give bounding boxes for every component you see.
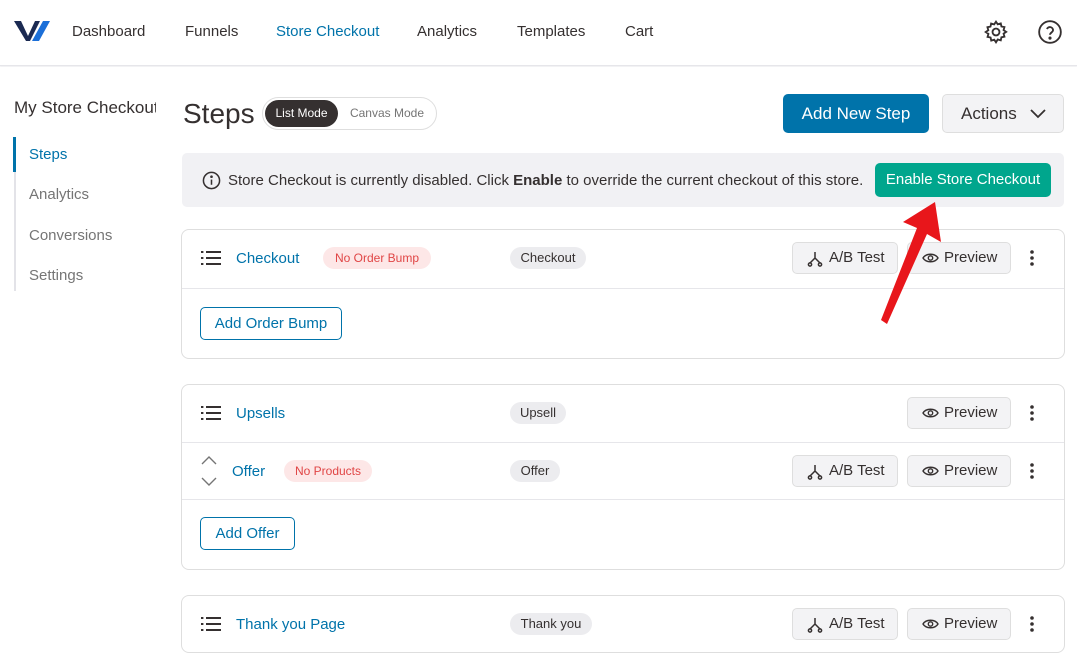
sidebar-item-steps[interactable]: Steps (29, 146, 67, 163)
chevron-down-icon (1030, 109, 1046, 119)
no-products-badge: No Products (284, 460, 372, 482)
upsells-preview-button[interactable]: Preview (907, 397, 1011, 429)
nav-templates[interactable]: Templates (517, 23, 585, 40)
add-new-step-button[interactable]: Add New Step (783, 94, 929, 133)
ab-test-label: A/B Test (829, 462, 885, 479)
page-title: Steps (183, 98, 255, 129)
offer-more-options-icon[interactable] (1027, 461, 1037, 481)
preview-label: Preview (944, 615, 998, 632)
card-divider (182, 442, 1064, 443)
offer-type-badge: Offer (510, 460, 560, 482)
split-icon (807, 618, 823, 633)
preview-label: Preview (944, 462, 998, 479)
nav-analytics[interactable]: Analytics (417, 23, 477, 40)
offer-step-name[interactable]: Offer (232, 463, 265, 480)
sidebar-item-analytics[interactable]: Analytics (29, 186, 89, 203)
ab-test-label: A/B Test (829, 615, 885, 632)
gear-icon[interactable] (983, 19, 1009, 45)
checkout-step-name[interactable]: Checkout (236, 250, 299, 267)
eye-icon (922, 466, 939, 476)
info-icon (202, 171, 221, 190)
notice-text-before: Store Checkout is currently disabled. Cl… (228, 172, 514, 189)
sidebar (0, 67, 160, 664)
sidebar-active-indicator (13, 137, 16, 172)
offer-ab-test-button[interactable]: A/B Test (792, 455, 898, 487)
no-order-bump-badge: No Order Bump (323, 247, 431, 269)
nav-store-checkout[interactable]: Store Checkout (276, 23, 379, 40)
top-navigation-bar: Dashboard Funnels Store Checkout Analyti… (0, 0, 1077, 66)
checkout-type-badge: Checkout (510, 247, 586, 269)
split-icon (807, 465, 823, 480)
nav-dashboard[interactable]: Dashboard (72, 23, 145, 40)
preview-label: Preview (944, 249, 998, 266)
thankyou-ab-test-button[interactable]: A/B Test (792, 608, 898, 640)
notice-text-bold: Enable (513, 172, 563, 189)
actions-label: Actions (961, 104, 1017, 123)
enable-store-checkout-button[interactable]: Enable Store Checkout (875, 163, 1051, 197)
upsell-type-badge: Upsell (510, 402, 566, 424)
split-icon (807, 252, 823, 267)
sidebar-item-settings[interactable]: Settings (29, 267, 83, 284)
canvas-mode-button[interactable]: Canvas Mode (342, 100, 432, 127)
sidebar-title: My Store Checkout (14, 98, 156, 117)
list-mode-button[interactable]: List Mode (265, 100, 338, 127)
thankyou-more-options-icon[interactable] (1027, 614, 1037, 634)
thankyou-type-badge: Thank you (510, 613, 592, 635)
card-divider (182, 499, 1064, 500)
reorder-arrows-icon[interactable] (200, 456, 218, 486)
help-icon[interactable] (1037, 19, 1063, 45)
eye-icon (922, 408, 939, 418)
brand-logo-icon[interactable] (14, 19, 52, 43)
actions-dropdown[interactable]: Actions (942, 94, 1064, 133)
annotation-arrow-icon (881, 202, 941, 324)
upsells-step-name[interactable]: Upsells (236, 405, 285, 422)
add-order-bump-button[interactable]: Add Order Bump (200, 307, 342, 340)
nav-funnels[interactable]: Funnels (185, 23, 238, 40)
nav-cart[interactable]: Cart (625, 23, 653, 40)
list-icon[interactable] (201, 250, 221, 266)
eye-icon (922, 619, 939, 629)
list-icon[interactable] (201, 405, 221, 421)
notice-text-after: to override the current checkout of this… (562, 172, 864, 189)
sidebar-item-conversions[interactable]: Conversions (29, 227, 112, 244)
list-icon[interactable] (201, 616, 221, 632)
preview-label: Preview (944, 404, 998, 421)
offer-preview-button[interactable]: Preview (907, 455, 1011, 487)
thankyou-preview-button[interactable]: Preview (907, 608, 1011, 640)
thankyou-step-name[interactable]: Thank you Page (236, 616, 345, 633)
add-offer-button[interactable]: Add Offer (200, 517, 295, 550)
notice-message: Store Checkout is currently disabled. Cl… (228, 172, 863, 189)
checkout-more-options-icon[interactable] (1027, 248, 1037, 268)
upsells-more-options-icon[interactable] (1027, 403, 1037, 423)
